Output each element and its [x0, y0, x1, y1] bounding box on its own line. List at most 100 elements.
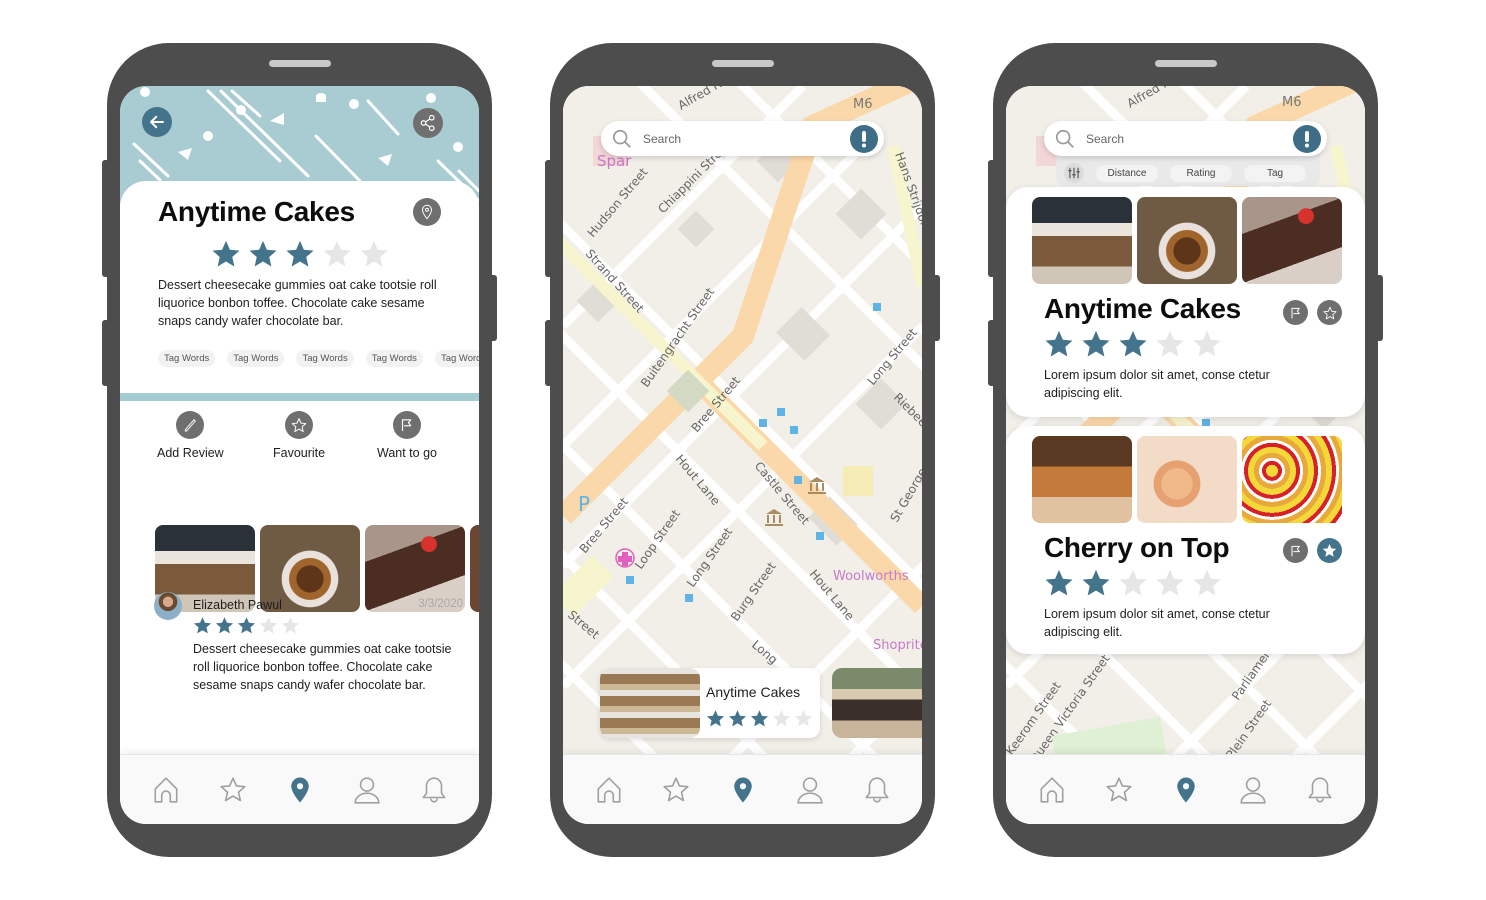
star-empty-icon [1192, 568, 1222, 598]
nav-favourites[interactable] [1099, 770, 1139, 810]
star-empty-icon [281, 616, 300, 635]
volume-up-button [102, 160, 109, 277]
next-map-card[interactable] [832, 668, 922, 738]
restaurant-map-card[interactable]: Anytime Cakes [600, 668, 820, 738]
favourite-button-active[interactable] [1317, 538, 1342, 563]
phone-detail: Anytime Cakes Dessert cheesecake gummies… [102, 43, 497, 857]
star-filled-icon [215, 616, 234, 635]
search-bar [601, 121, 884, 156]
home-icon [594, 775, 624, 805]
list-screen: Alfred Road M6 Keerom Street Queen Victo… [1006, 86, 1365, 824]
location-pin-icon [418, 203, 436, 221]
bell-icon [862, 775, 892, 805]
filter-rating[interactable]: Rating [1170, 164, 1232, 182]
result-description: Lorem ipsum dolor sit amet, conse ctetur… [1044, 368, 1270, 400]
filter-settings-button[interactable] [1064, 163, 1084, 183]
map-label: M6 [1282, 95, 1302, 110]
location-button[interactable] [413, 198, 441, 226]
map-screen: Alfred Road M6 Spar Hudson Street Chiapp… [563, 86, 922, 824]
bell-icon [1305, 775, 1335, 805]
restaurant-title: Anytime Cakes [158, 196, 355, 227]
location-pin-icon [1171, 775, 1201, 805]
filter-distance[interactable]: Distance [1096, 164, 1158, 182]
action-label: Want to go [377, 446, 437, 460]
tag-chip[interactable]: Tag Words [365, 350, 423, 367]
tag-chip[interactable]: Tag Words [227, 350, 285, 367]
want-to-go-button[interactable] [1283, 300, 1308, 325]
back-button[interactable] [142, 107, 172, 137]
phone-speaker [268, 60, 331, 67]
tag-chip[interactable]: Tag Words [296, 350, 354, 367]
star-filled-icon [750, 709, 769, 728]
favourite-button[interactable] [1317, 300, 1342, 325]
nav-profile[interactable] [347, 770, 387, 810]
photo-bakery-counter [1032, 197, 1132, 284]
star-empty-icon [1192, 329, 1222, 359]
nav-notifications[interactable] [414, 770, 454, 810]
reviewer-avatar [154, 592, 182, 620]
volume-down-button [102, 320, 109, 386]
tag-chip[interactable]: Tag Words [434, 350, 479, 367]
want-to-go-button[interactable]: Want to go [377, 411, 437, 460]
nav-notifications[interactable] [1300, 770, 1340, 810]
add-review-button[interactable]: Add Review [157, 411, 224, 460]
nav-favourites[interactable] [656, 770, 696, 810]
share-button[interactable] [413, 108, 443, 138]
star-filled-icon [1044, 568, 1074, 598]
map-label: M6 [853, 97, 873, 112]
section-divider [120, 393, 479, 401]
sliders-icon [1068, 167, 1080, 179]
filter-tag[interactable]: Tag [1244, 164, 1306, 182]
star-filled-icon [248, 239, 278, 269]
photo-partial[interactable] [470, 525, 479, 612]
nav-notifications[interactable] [857, 770, 897, 810]
result-card[interactable]: Cherry on Top Lorem ipsum dolor sit amet… [1006, 426, 1365, 654]
result-card[interactable]: Anytime Cakes Lorem ipsum dolor sit amet… [1006, 187, 1365, 417]
star-empty-icon [1118, 568, 1148, 598]
user-icon [352, 775, 382, 805]
nav-home[interactable] [589, 770, 629, 810]
search-icon [612, 129, 631, 148]
result-title: Anytime Cakes [1044, 293, 1241, 324]
photo-fruit-tarts [1242, 436, 1342, 523]
star-filled-icon [211, 239, 241, 269]
review-text: Dessert cheesecake gummies oat cake toot… [193, 642, 452, 692]
map-card-stars [706, 709, 813, 728]
result-stars [1044, 568, 1222, 598]
search-bar [1044, 121, 1327, 156]
alert-button[interactable] [1293, 124, 1321, 153]
result-photos [1032, 436, 1342, 523]
alert-button[interactable] [850, 124, 878, 153]
phone-list: Alfred Road M6 Keerom Street Queen Victo… [988, 43, 1383, 857]
reviewer-name: Elizabeth Pawul [193, 598, 282, 612]
photo-bread-shelf [1032, 436, 1132, 523]
phone-speaker [1154, 60, 1217, 67]
flag-icon [1288, 305, 1304, 321]
star-empty-icon [259, 616, 278, 635]
photo-pastry-display [600, 668, 700, 738]
arrow-left-icon [150, 115, 164, 129]
nav-map[interactable] [723, 770, 763, 810]
nav-profile[interactable] [790, 770, 830, 810]
filter-bar: Distance Rating Tag [1056, 152, 1320, 186]
nav-home[interactable] [1032, 770, 1072, 810]
search-input[interactable] [643, 131, 850, 146]
nav-profile[interactable] [1233, 770, 1273, 810]
want-to-go-button[interactable] [1283, 538, 1308, 563]
action-label: Favourite [273, 446, 326, 460]
star-icon [290, 416, 308, 434]
nav-favourites[interactable] [213, 770, 253, 810]
user-icon [1238, 775, 1268, 805]
search-input[interactable] [1086, 131, 1293, 146]
tag-chip[interactable]: Tag Words [158, 350, 216, 367]
phone-map: Alfred Road M6 Spar Hudson Street Chiapp… [545, 43, 940, 857]
nav-map[interactable] [1166, 770, 1206, 810]
nav-home[interactable] [146, 770, 186, 810]
star-filled-icon [237, 616, 256, 635]
star-filled-icon [1081, 329, 1111, 359]
nav-map[interactable] [280, 770, 320, 810]
review-stars [193, 616, 300, 635]
star-filled-icon [1118, 329, 1148, 359]
photo-doughnuts [1137, 436, 1237, 523]
favourite-button[interactable]: Favourite [273, 411, 325, 460]
